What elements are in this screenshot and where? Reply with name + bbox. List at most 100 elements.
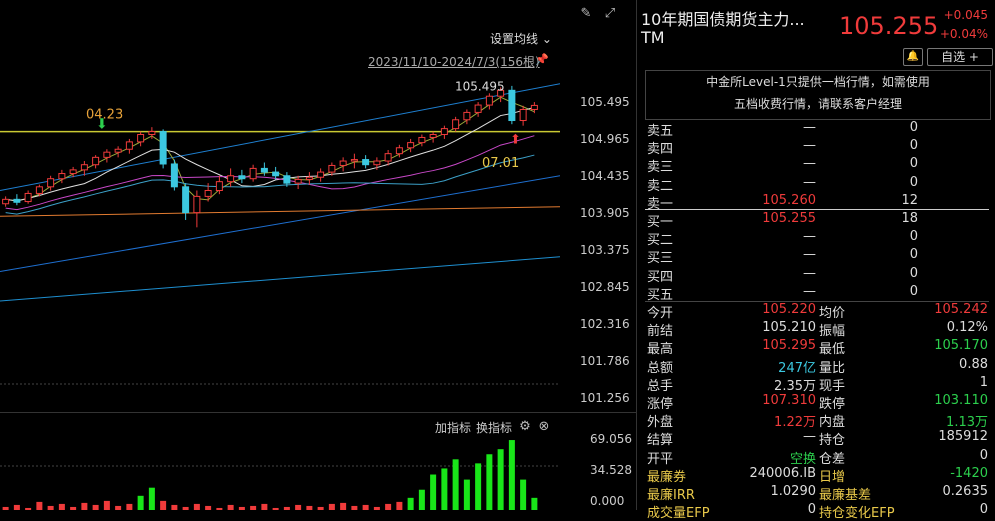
book-volume: 0 (909, 138, 918, 154)
stats-row: 涨停 107.310 跌停 103.110 (637, 393, 995, 412)
down-arrow-icon: ⬇ (96, 117, 108, 133)
bell-icon[interactable]: 🔔 (903, 48, 923, 66)
stats-value: 103.110 (934, 393, 988, 408)
book-row[interactable]: 买三 — 0 (637, 247, 995, 267)
add-indicator-button[interactable]: 加指标 (435, 419, 471, 436)
book-row[interactable]: 卖二 — 0 (637, 175, 995, 194)
stats-label: 涨停 (647, 397, 674, 412)
volume-bar (328, 503, 335, 510)
book-row[interactable]: 卖五 — 0 (637, 120, 995, 139)
stats-label: 振幅 (819, 324, 846, 340)
panel-divider (0, 412, 636, 413)
volume-tick: 34.528 (590, 463, 632, 477)
volume-bar (407, 497, 414, 510)
candle-body (328, 164, 336, 173)
book-row[interactable]: 买一 105.255 18 (637, 211, 995, 230)
book-row[interactable]: 买四 — 0 (637, 265, 995, 285)
expand-icon[interactable]: ⤢ (602, 6, 618, 22)
candle-body (339, 160, 347, 166)
stats-label: 量比 (819, 360, 846, 376)
stats-row: 成交量EFP 0 持仓变化EFP 0 (637, 502, 995, 521)
book-volume: 0 (909, 283, 918, 299)
candle-body (508, 89, 516, 122)
volume-bar (227, 504, 234, 510)
stats-label: 总手 (647, 378, 674, 394)
stats-row: 今开 105.220 均价 105.242 (637, 302, 995, 321)
gear-icon[interactable]: ⚙ (517, 419, 533, 435)
book-label: 卖二 (647, 178, 674, 194)
book-divider (645, 209, 989, 210)
candle-body (215, 181, 223, 191)
date-range-label[interactable]: 2023/11/10-2024/7/3(156根) (368, 53, 540, 70)
volume-bar (148, 487, 155, 510)
candle-body (395, 147, 403, 155)
candle-body (35, 186, 43, 194)
book-price: 105.255 (762, 211, 816, 226)
volume-bar (441, 468, 448, 510)
stats-label: 总额 (647, 360, 674, 376)
stats-row: 最廉券 240006.IB 日增 -1420 (637, 465, 995, 485)
candle-body (193, 195, 201, 214)
stats-value: 2.35万 (774, 378, 816, 394)
stats-value: 105.295 (762, 338, 816, 354)
candle-body (272, 171, 280, 177)
candle-body (47, 178, 55, 188)
annotation-right-label: 07.01 (482, 156, 519, 171)
book-volume: 0 (909, 156, 918, 172)
book-price: — (803, 156, 816, 172)
candle-body (452, 119, 460, 130)
price-tick: 102.316 (580, 317, 630, 331)
stats-label: 日增 (819, 469, 846, 485)
book-volume: 0 (909, 120, 918, 135)
volume-bar (13, 504, 20, 510)
candle-body (283, 175, 291, 184)
candle-body (350, 159, 358, 162)
volume-plot[interactable] (0, 436, 560, 510)
draw-pen-icon[interactable]: ✎ (578, 6, 594, 22)
stats-label: 最廉基差 (819, 488, 872, 503)
volume-tick: 0.000 (590, 494, 625, 508)
book-row[interactable]: 买二 — 0 (637, 229, 995, 248)
stats-value: -1420 (950, 465, 988, 481)
candle-body (418, 136, 426, 144)
candle-body (362, 159, 370, 166)
ma-setting-button[interactable]: 设置均线 ⌄ (490, 30, 552, 47)
stats-row: 最廉IRR 1.0290 最廉基差 0.2635 (637, 484, 995, 503)
volume-tick: 69.056 (590, 432, 632, 446)
volume-bar (36, 501, 43, 510)
close-icon[interactable]: ⊗ (536, 419, 552, 435)
price-tick: 104.435 (580, 169, 630, 183)
stats-row: 总手 2.35万 现手 1 (637, 375, 995, 394)
stats-label: 内盘 (819, 415, 846, 431)
volume-bar (171, 504, 178, 510)
volume-bar (497, 449, 504, 510)
candlestick-plot[interactable]: 04.23⬇105.49507.01⬆ (0, 70, 560, 410)
switch-indicator-button[interactable]: 换指标 (476, 419, 512, 436)
candle-body (463, 111, 471, 121)
stats-label: 最高 (647, 342, 674, 358)
book-volume: 0 (909, 265, 918, 281)
volume-bar (306, 505, 313, 510)
book-row[interactable]: 卖四 — 0 (637, 138, 995, 157)
book-label: 买三 (647, 251, 674, 267)
price-tick: 103.905 (580, 206, 630, 220)
kline-chart-panel[interactable]: ✎ ⤢ 设置均线 ⌄ 2023/11/10-2024/7/3(156根) 📌 0… (0, 0, 636, 510)
candle-body (429, 134, 437, 138)
volume-bar (160, 500, 167, 510)
candle-body (249, 167, 257, 180)
contract-name: 10年期国债期货主力... (641, 10, 805, 29)
candle-body (125, 141, 133, 150)
quote-panel: 10年期国债期货主力... TM 105.255 +0.045 +0.04% 🔔… (636, 0, 995, 521)
add-watchlist-button[interactable]: 自选 + (927, 48, 993, 66)
volume-bar (452, 459, 459, 510)
stats-row: 前结 105.210 振幅 0.12% (637, 320, 995, 340)
book-row[interactable]: 卖三 — 0 (637, 156, 995, 175)
pin-icon[interactable]: 📌 (535, 53, 549, 66)
candle-body (80, 164, 88, 171)
volume-bar (250, 505, 257, 510)
volume-bar (261, 503, 268, 510)
book-row[interactable]: 买五 — 0 (637, 283, 995, 303)
stats-label: 成交量EFP (647, 506, 710, 521)
candle-body (474, 104, 482, 113)
volume-bar (47, 505, 54, 510)
